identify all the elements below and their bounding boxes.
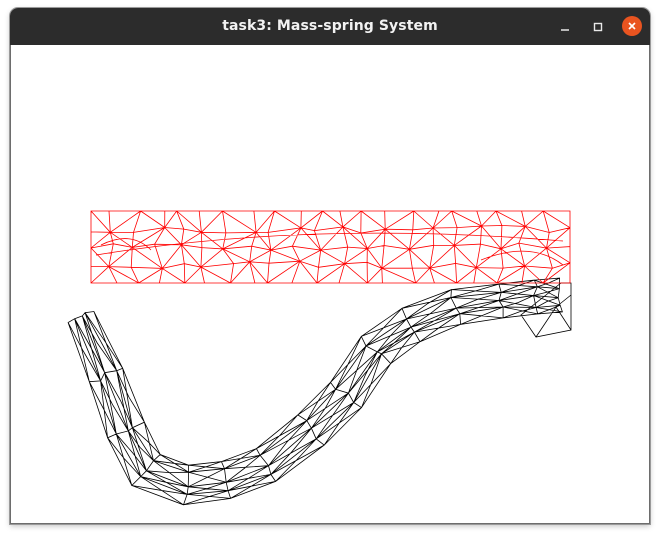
- window-title: task3: Mass-spring System: [222, 18, 438, 34]
- minimize-icon: [561, 29, 569, 31]
- deformed-mesh: [67, 277, 572, 506]
- mesh-canvas: [67, 210, 572, 506]
- render-canvas[interactable]: [10, 45, 650, 524]
- deformed-mesh-edges: [67, 277, 572, 506]
- rest-mesh-edges: [90, 210, 571, 284]
- rest-mesh: [90, 210, 571, 284]
- minimize-button[interactable]: [555, 17, 575, 37]
- maximize-icon: [593, 22, 603, 32]
- app-window: task3: Mass-spring System: [10, 8, 650, 524]
- close-button[interactable]: [622, 16, 642, 36]
- maximize-button[interactable]: [588, 17, 608, 37]
- close-icon: [628, 22, 636, 30]
- title-bar[interactable]: task3: Mass-spring System: [10, 8, 650, 45]
